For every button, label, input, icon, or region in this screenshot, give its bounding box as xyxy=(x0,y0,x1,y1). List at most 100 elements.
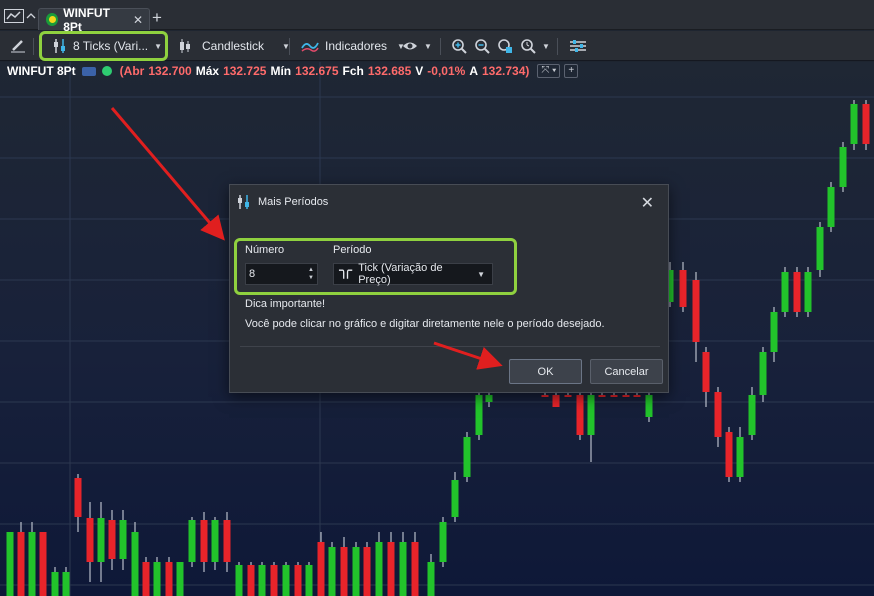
candle-down xyxy=(725,427,733,482)
candle-body xyxy=(622,395,630,397)
chevron-down-icon: ▼ xyxy=(542,41,550,51)
zoom-time-button[interactable]: ▼ xyxy=(520,31,550,61)
candle-up xyxy=(97,502,105,582)
candle-body xyxy=(328,547,336,596)
candle-body xyxy=(142,562,150,596)
hint-title: Dica importante! xyxy=(245,298,326,310)
add-study-button[interactable]: + xyxy=(564,64,579,78)
candle-body xyxy=(839,147,847,187)
candle-body xyxy=(702,352,710,392)
candle-body xyxy=(598,395,606,397)
candle-body xyxy=(804,272,812,312)
flag-brazil-icon xyxy=(46,13,59,26)
candle-down xyxy=(17,522,25,596)
low-value: 132.675 xyxy=(295,64,339,78)
candle-up xyxy=(131,522,139,596)
close-icon[interactable]: ✕ xyxy=(641,193,654,213)
candle-up xyxy=(62,567,70,596)
live-status-icon xyxy=(101,66,112,76)
candle-down xyxy=(74,474,82,532)
draw-tool-button[interactable] xyxy=(10,31,26,61)
candle-body xyxy=(363,547,371,596)
candle-body xyxy=(200,520,208,562)
hint-text: Você pode clicar no gráfico e digitar di… xyxy=(245,318,605,330)
candle-body xyxy=(816,227,824,270)
open-label: (Abr xyxy=(119,64,145,78)
candle-up xyxy=(587,382,595,462)
candle-body xyxy=(463,437,471,477)
candle-up xyxy=(305,562,313,596)
candle-up xyxy=(451,472,459,522)
candle-up xyxy=(399,532,407,596)
candle-up xyxy=(850,100,858,150)
candle-body xyxy=(97,518,105,562)
toolbar-divider xyxy=(557,38,558,55)
candle-up xyxy=(770,307,778,362)
low-label: Mín xyxy=(270,64,292,78)
candle-up xyxy=(816,222,824,277)
candle-body xyxy=(541,395,549,397)
candle-up xyxy=(839,142,847,192)
candle-up xyxy=(804,267,812,317)
candle-body xyxy=(485,395,493,402)
chart-line-icon xyxy=(4,9,24,23)
candle-down xyxy=(223,512,231,572)
candle-body xyxy=(294,565,302,596)
candle-body xyxy=(131,532,139,596)
indicators-icon xyxy=(301,42,319,52)
zoom-in-button[interactable] xyxy=(451,31,467,61)
candle-body xyxy=(74,478,82,517)
candle-up xyxy=(28,522,36,596)
app-menu-button[interactable] xyxy=(4,6,36,26)
candle-body xyxy=(340,547,348,596)
pencil-icon xyxy=(11,40,25,53)
zoom-time-icon xyxy=(521,39,536,54)
candle-body xyxy=(411,542,419,596)
close-label: Fch xyxy=(342,64,364,78)
candle-down xyxy=(270,562,278,596)
candle-body xyxy=(827,187,835,227)
fields-highlight-box xyxy=(234,238,517,295)
close-tab-icon[interactable]: ✕ xyxy=(133,13,143,27)
chart-type-selector[interactable]: Candlestick ▼ xyxy=(178,31,290,61)
ok-button[interactable]: OK xyxy=(509,359,582,384)
zoom-in-icon xyxy=(452,39,467,54)
candle-body xyxy=(633,395,641,397)
candle-body xyxy=(387,542,395,596)
candle-body xyxy=(793,272,801,312)
candle-down xyxy=(692,272,700,362)
candle-up xyxy=(759,347,767,402)
candle-body xyxy=(176,562,184,596)
variation-value: -0,01% xyxy=(427,64,466,78)
tab-winfut[interactable]: WINFUT 8Pt ✕ xyxy=(38,6,150,34)
cancel-button[interactable]: Cancelar xyxy=(590,359,663,384)
candle-up xyxy=(153,557,161,596)
candle-up xyxy=(475,387,483,440)
candle-body xyxy=(587,395,595,435)
candle-down xyxy=(108,510,116,570)
candle-body xyxy=(86,518,94,562)
candle-body xyxy=(475,395,483,435)
candle-body xyxy=(119,520,127,559)
settings-button[interactable] xyxy=(569,31,587,61)
candle-body xyxy=(451,480,459,517)
candle-body xyxy=(153,562,161,596)
candle-body xyxy=(427,562,435,596)
zoom-fit-button[interactable] xyxy=(497,31,513,61)
candle-down xyxy=(317,532,325,596)
period-sliders-icon xyxy=(238,195,249,209)
candle-body xyxy=(6,532,14,596)
visibility-button[interactable]: ▼ xyxy=(402,31,432,61)
candle-down xyxy=(793,267,801,317)
zoom-out-button[interactable] xyxy=(474,31,490,61)
chart-tools-button[interactable]: ⤧ ▾ xyxy=(537,64,561,78)
zoom-fit-icon xyxy=(498,39,512,53)
candle-up xyxy=(282,562,290,596)
indicators-button[interactable]: Indicadores ▼ xyxy=(301,31,405,61)
candle-body xyxy=(305,565,313,596)
candle-down xyxy=(679,262,687,312)
add-tab-button[interactable]: + xyxy=(152,9,162,27)
candle-body xyxy=(258,565,266,596)
candle-up xyxy=(211,517,219,570)
candle-body xyxy=(270,565,278,596)
